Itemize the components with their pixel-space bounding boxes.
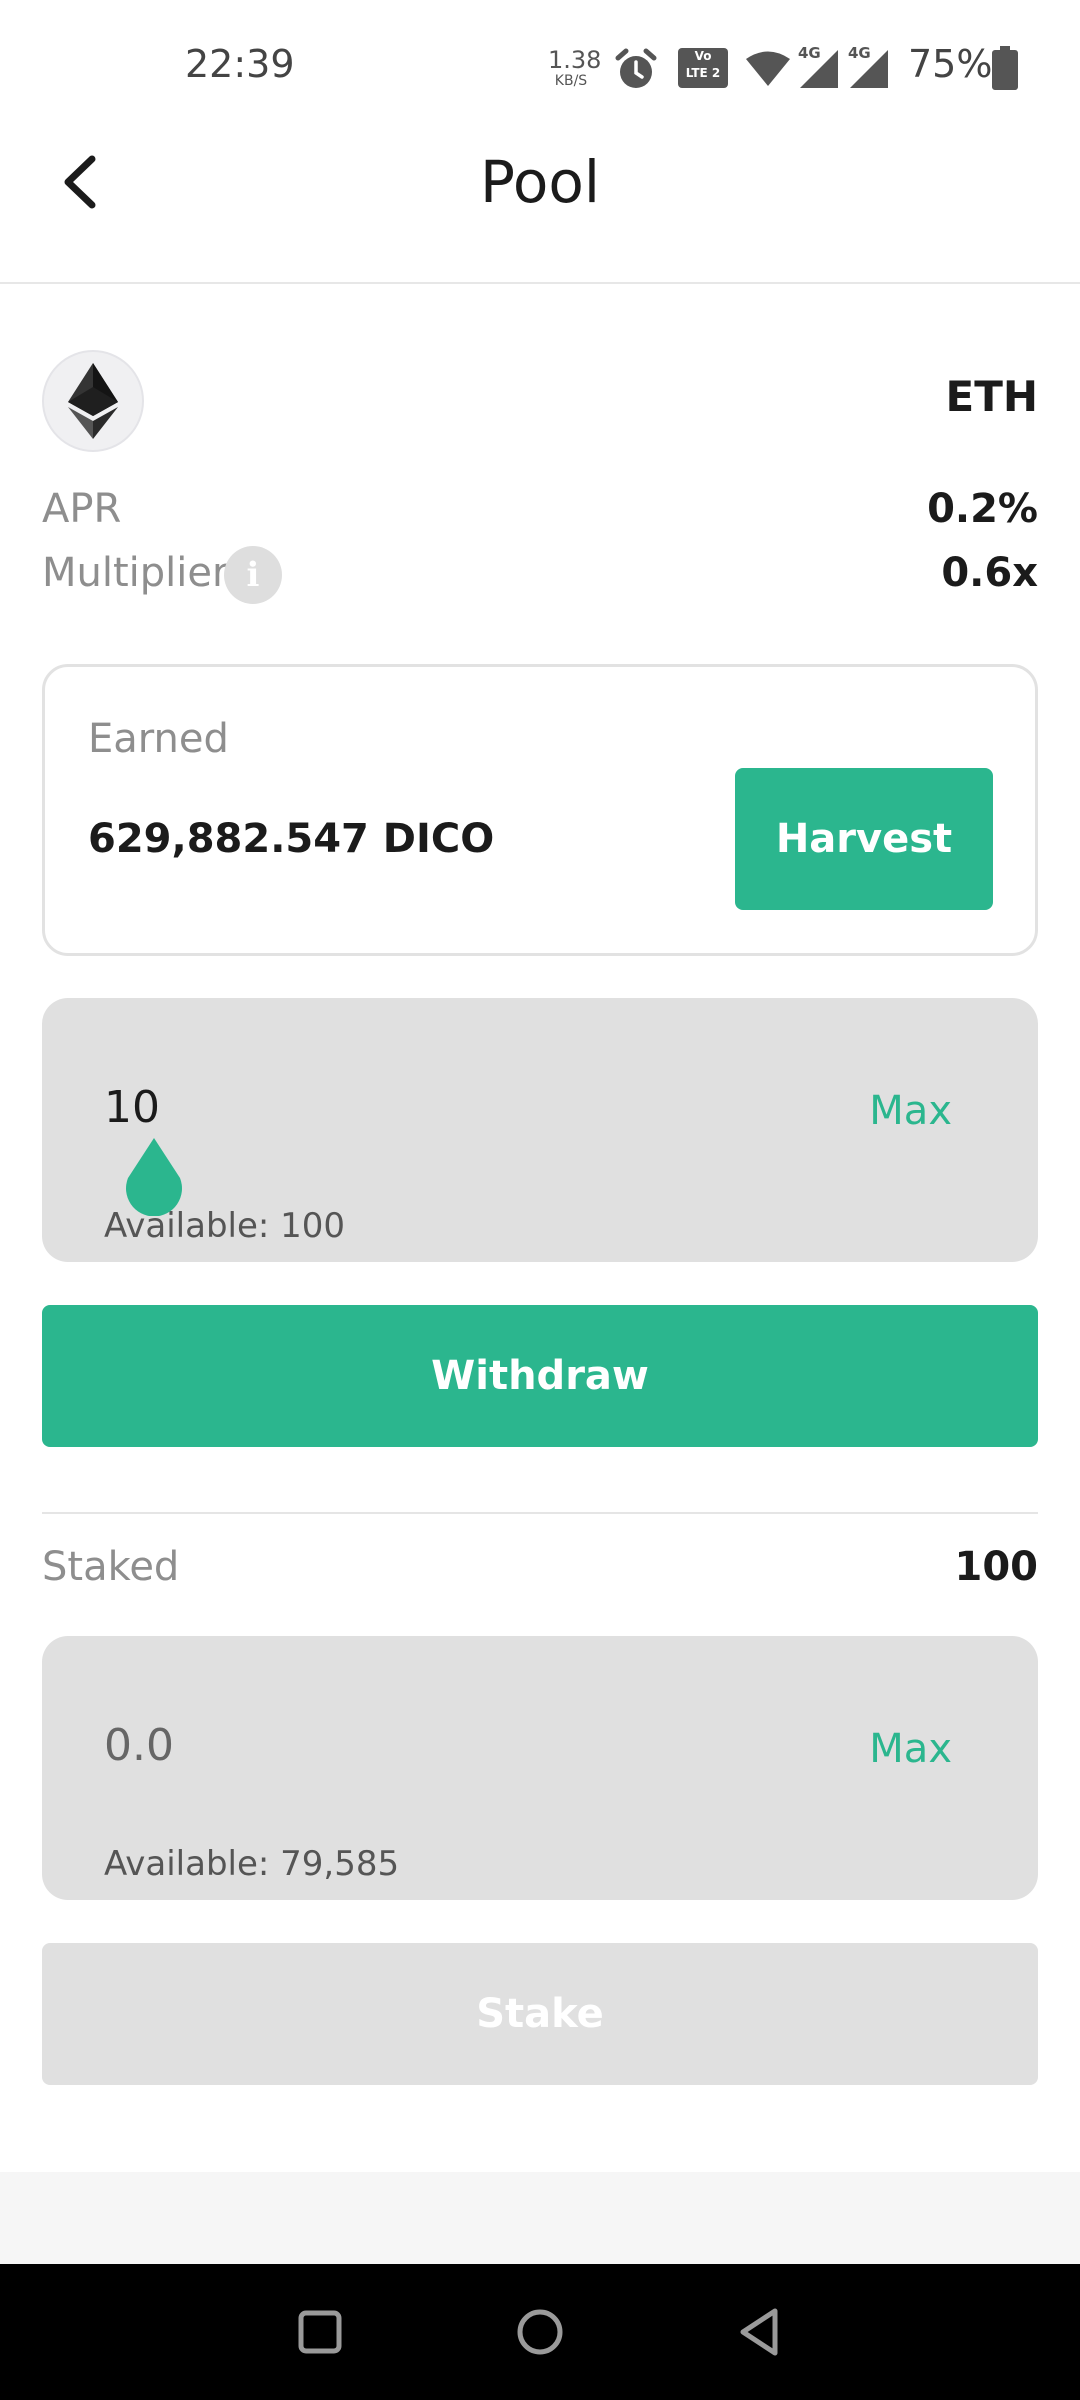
header-divider	[0, 282, 1080, 284]
network-speed-value: 1.38	[548, 46, 602, 74]
signal-icon	[850, 50, 888, 88]
token-symbol: ETH	[945, 372, 1039, 421]
triangle-back-icon	[740, 2308, 778, 2356]
volte-top-label: Vo	[694, 49, 712, 63]
recents-button[interactable]	[290, 2302, 350, 2362]
circle-icon	[517, 2309, 563, 2355]
home-button[interactable]	[510, 2302, 570, 2362]
status-bar: 22:39 1.38 KB/S Vo LTE 2 4G 4G 75%	[0, 0, 1080, 130]
section-divider	[42, 1512, 1038, 1514]
signal-icon	[800, 50, 838, 88]
stake-button[interactable]: Stake	[42, 1943, 1038, 2085]
stake-available: Available: 79,585	[104, 1844, 400, 1884]
status-time: 22:39	[185, 42, 295, 86]
stake-amount-input[interactable]: 0.0	[104, 1720, 174, 1771]
stake-max-button[interactable]: Max	[869, 1726, 952, 1772]
battery-icon	[992, 46, 1018, 90]
token-avatar	[42, 350, 144, 452]
network-speed-unit: KB/S	[554, 73, 588, 89]
staked-label: Staked	[42, 1544, 180, 1590]
multiplier-label: Multiplier	[42, 550, 229, 596]
apr-label: APR	[42, 486, 122, 532]
harvest-button[interactable]: Harvest	[735, 768, 993, 910]
apr-value: 0.2%	[927, 486, 1038, 532]
back-nav-button[interactable]	[730, 2302, 790, 2362]
staked-value: 100	[954, 1544, 1039, 1590]
footer-area	[0, 2172, 1080, 2264]
square-icon	[298, 2310, 342, 2354]
multiplier-value: 0.6x	[941, 550, 1038, 596]
volte-bottom-label: LTE 2	[685, 66, 721, 80]
earned-value: 629,882.547 DICO	[88, 816, 495, 862]
withdraw-max-button[interactable]: Max	[869, 1088, 952, 1134]
withdraw-button[interactable]: Withdraw	[42, 1305, 1038, 1447]
text-cursor-handle[interactable]	[122, 1136, 186, 1216]
withdraw-amount-input[interactable]: 10	[104, 1082, 160, 1133]
wifi-icon	[746, 51, 790, 86]
volte-icon: Vo LTE 2	[678, 48, 728, 88]
earned-label: Earned	[88, 716, 229, 762]
ethereum-icon	[68, 363, 118, 439]
page-title: Pool	[480, 148, 600, 216]
network-speed: 1.38 KB/S	[548, 46, 602, 89]
info-icon[interactable]: i	[224, 546, 282, 604]
battery-percent: 75%	[908, 42, 993, 86]
alarm-icon	[615, 48, 657, 88]
